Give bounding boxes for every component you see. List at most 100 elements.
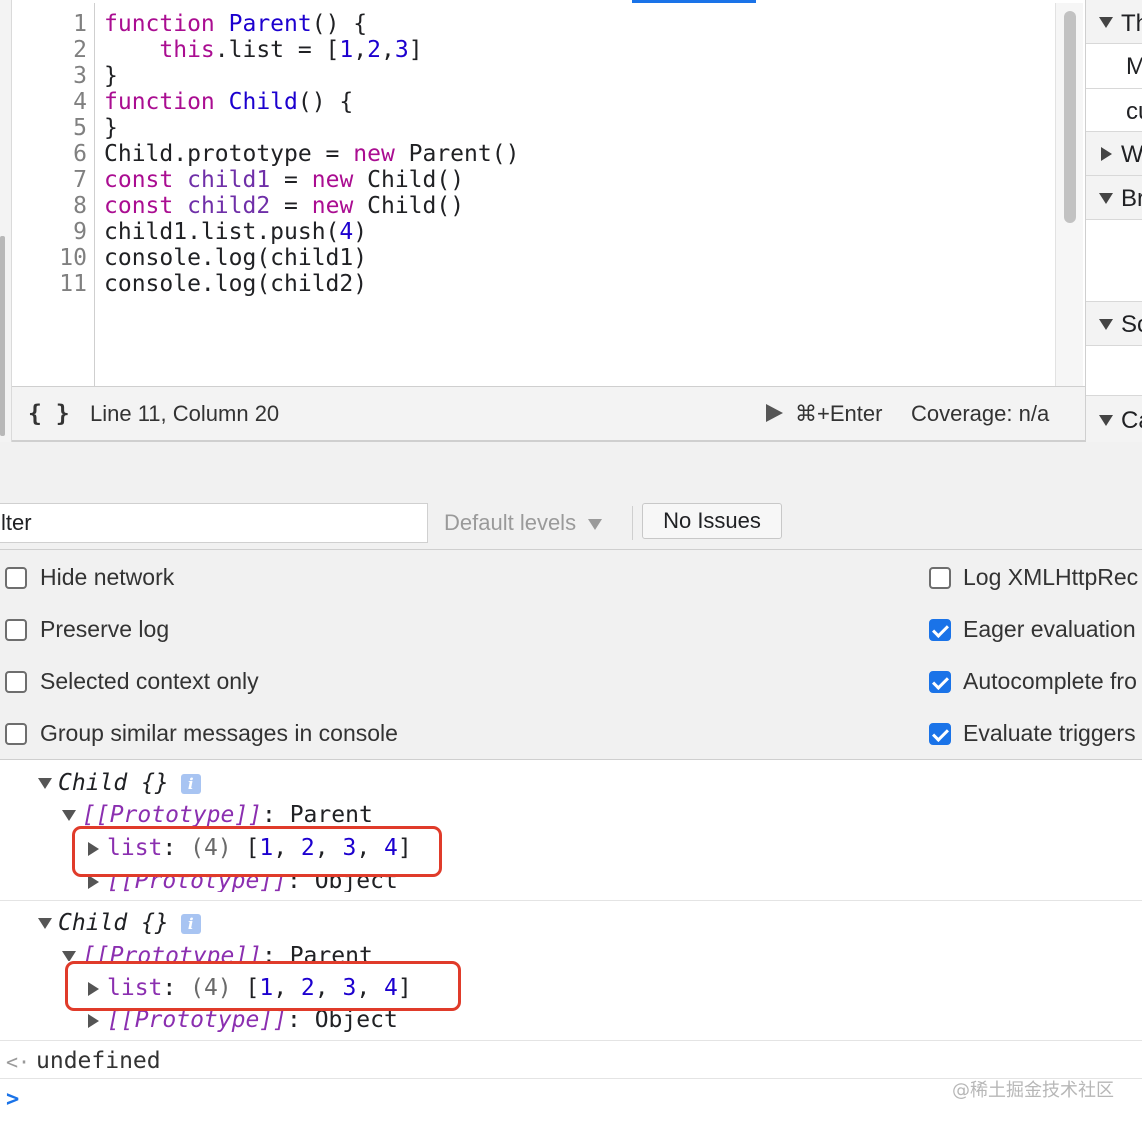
- prototype-key: [[Prototype]]: [82, 802, 263, 828]
- code-text: Child.prototype =: [104, 141, 354, 167]
- run-shortcut-label[interactable]: ⌘+Enter: [795, 401, 882, 427]
- setting-label: Eager evaluation: [963, 617, 1136, 642]
- code-line-7: const child1 = new Child(): [104, 167, 464, 193]
- code-line-3: }: [104, 63, 118, 89]
- setting-evaluate-triggers[interactable]: Evaluate triggers: [929, 721, 1142, 751]
- sidebar-thread-item[interactable]: M: [1086, 44, 1142, 119]
- issues-button[interactable]: No Issues: [642, 503, 782, 539]
- code-text: () {: [311, 11, 368, 37]
- line-number: 6: [73, 141, 87, 167]
- expand-down-icon: [38, 778, 52, 789]
- keyword: new: [311, 193, 354, 219]
- keyword: const: [104, 193, 174, 219]
- pretty-print-button[interactable]: { }: [28, 401, 70, 427]
- keyword: const: [104, 167, 174, 193]
- setting-label: Hide network: [40, 564, 175, 590]
- sidebar-breakpoint-item: [1086, 220, 1142, 302]
- panel-divider: [0, 442, 1142, 498]
- sidebar-scope-content: [1086, 346, 1142, 396]
- highlight-box: [65, 961, 461, 1011]
- code-line-5: }: [104, 115, 118, 141]
- editor-scrollbar[interactable]: [1055, 3, 1083, 386]
- object-header[interactable]: Child {} i: [38, 910, 201, 936]
- checkbox-checked[interactable]: [929, 671, 951, 693]
- highlight-box: [72, 826, 442, 877]
- debugger-sidebar: Th M cu W Br Sc Ca: [1085, 0, 1142, 442]
- checkbox[interactable]: [5, 671, 27, 693]
- checkbox[interactable]: [5, 619, 27, 641]
- code-line-6: Child.prototype = new Parent(): [104, 141, 519, 167]
- sidebar-section-watch[interactable]: W: [1086, 132, 1142, 176]
- code-text: () {: [297, 89, 354, 115]
- sidebar-item-label: cu: [1126, 98, 1142, 125]
- number: 4: [339, 219, 354, 245]
- sidebar-section-scope[interactable]: Sc: [1086, 302, 1142, 346]
- prototype-row[interactable]: [[Prototype]]: Parent: [62, 802, 373, 828]
- code-line-9: child1.list.push(4): [104, 219, 367, 245]
- code-line-10: console.log(child1): [104, 245, 368, 271]
- line-number-gutter: 1 2 3 4 5 6 7 8 9 10 11: [12, 3, 95, 386]
- sidebar-section-threads[interactable]: Th: [1086, 0, 1142, 44]
- checkbox-checked[interactable]: [929, 619, 951, 641]
- chevron-down-icon: [588, 518, 603, 530]
- line-number: 7: [73, 167, 87, 193]
- setting-log-xhr[interactable]: Log XMLHttpRec: [929, 565, 1142, 595]
- line-number: 1: [73, 11, 87, 37]
- keyword: new: [353, 141, 395, 167]
- keyword: function: [104, 11, 215, 37]
- console-message: Child {} i [[Prototype]]: Parent list: (4…: [0, 760, 1142, 901]
- coverage-status: Coverage: n/a: [911, 401, 1050, 426]
- code-editor[interactable]: 1 2 3 4 5 6 7 8 9 10 11 function Parent(…: [0, 0, 1085, 442]
- console-toolbar: Default levels No Issues: [0, 498, 1142, 550]
- setting-autocomplete[interactable]: Autocomplete fro: [929, 669, 1142, 699]
- console-prompt[interactable]: >: [6, 1087, 19, 1112]
- code-text: Child(): [353, 167, 465, 193]
- console-output: Child {} i [[Prototype]]: Parent list: (4…: [0, 760, 1142, 1126]
- run-icon[interactable]: [766, 404, 783, 422]
- setting-label: Log XMLHttpRec: [963, 565, 1139, 590]
- line-number: 2: [73, 37, 87, 63]
- setting-label: Autocomplete fro: [963, 669, 1137, 694]
- checkbox[interactable]: [929, 567, 951, 589]
- code-text: child1.list.push(: [104, 219, 340, 245]
- keyword: new: [311, 167, 354, 193]
- sidebar-section-label: W: [1121, 141, 1142, 168]
- variable: child2: [187, 193, 271, 219]
- sidebar-section-breakpoints[interactable]: Br: [1086, 176, 1142, 220]
- number: 1: [339, 37, 354, 63]
- log-levels-dropdown[interactable]: Default levels: [444, 510, 603, 536]
- sidebar-section-label: Sc: [1121, 311, 1142, 338]
- object-header[interactable]: Child {} i: [38, 770, 201, 796]
- variable: child1: [187, 167, 271, 193]
- prototype-value: : Parent: [262, 943, 373, 961]
- prototype-row[interactable]: [[Prototype]]: Parent: [62, 943, 373, 961]
- active-tab-indicator: [632, 0, 756, 3]
- expand-down-icon: [1099, 415, 1113, 426]
- info-icon[interactable]: i: [180, 773, 201, 794]
- left-scroll-thumb[interactable]: [0, 236, 5, 436]
- filter-input[interactable]: [0, 503, 428, 543]
- left-scroll-strip: [0, 0, 12, 442]
- checkbox-checked[interactable]: [929, 723, 951, 745]
- line-number: 4: [73, 89, 87, 115]
- expand-down-icon: [62, 810, 76, 821]
- toolbar-separator: [632, 506, 633, 540]
- object-name: Child {}: [58, 770, 169, 796]
- checkbox[interactable]: [5, 723, 27, 745]
- sidebar-section-label: Th: [1121, 10, 1142, 37]
- editor-scroll-thumb[interactable]: [1064, 11, 1076, 223]
- console-message: Child {} i [[Prototype]]: Parent list: (4…: [0, 901, 1142, 1041]
- setting-label: Evaluate triggers: [963, 721, 1136, 746]
- setting-eager-evaluation[interactable]: Eager evaluation: [929, 617, 1142, 647]
- editor-status-bar: { } Line 11, Column 20 ⌘+Enter Coverage:…: [12, 386, 1085, 440]
- expand-right-icon: [88, 1013, 99, 1028]
- checkbox[interactable]: [5, 567, 27, 589]
- code-line-11: console.log(child2): [104, 271, 368, 297]
- info-icon[interactable]: i: [180, 913, 201, 934]
- code-line-4: function Child() {: [104, 89, 353, 115]
- setting-label: Group similar messages in console: [40, 720, 398, 746]
- sidebar-section-label: Ca: [1121, 407, 1142, 434]
- sidebar-section-callstack[interactable]: Ca: [1086, 396, 1142, 442]
- function-name: Child: [228, 89, 298, 115]
- sidebar-call-frame[interactable]: cu: [1086, 89, 1142, 132]
